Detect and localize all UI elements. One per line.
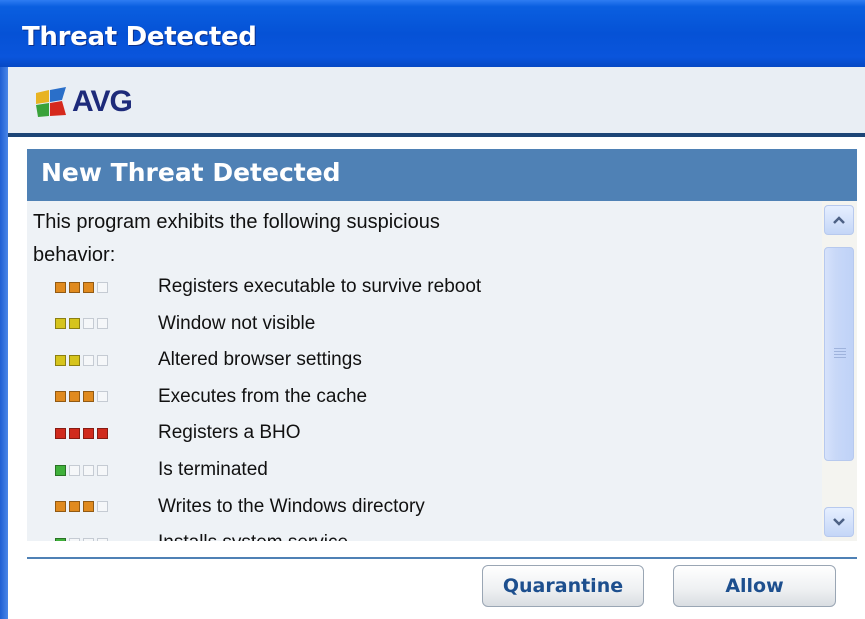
severity-square [97,354,108,366]
behavior-row: Altered browser settings [27,343,807,377]
severity-square [83,354,94,366]
severity-square [55,318,66,330]
severity-indicator [55,391,108,403]
intro-text: This program exhibits the following susp… [33,211,440,266]
severity-indicator [55,318,108,330]
scroll-up-button[interactable] [824,205,854,235]
brand-name: AVG [72,85,133,118]
behavior-row: Is terminated [27,453,807,487]
severity-square [97,537,108,541]
severity-square [97,464,108,476]
severity-square [69,427,80,439]
behavior-label: Installs system service [158,532,348,541]
behavior-label: Is terminated [158,459,268,480]
avg-logo-icon [36,87,66,117]
window-frame-left [0,67,8,619]
behavior-label: Window not visible [158,312,316,334]
severity-indicator [55,537,108,541]
behavior-list[interactable]: This program exhibits the following susp… [27,201,857,541]
title-bar[interactable]: Threat Detected [0,0,865,67]
behavior-row: Registers a BHO [27,416,807,450]
behavior-label: Registers executable to survive reboot [158,276,482,297]
severity-square [83,391,94,403]
section-header: New Threat Detected [27,149,857,201]
scroll-thumb[interactable] [824,247,854,461]
chevron-down-icon [833,518,845,526]
grip-icon [834,348,846,360]
severity-square [97,281,108,293]
behavior-label: Altered browser settings [158,349,362,371]
avg-logo: AVG [34,84,133,120]
section-title: New Threat Detected [41,158,341,187]
vertical-scrollbar[interactable] [822,201,857,541]
severity-square [83,537,94,541]
allow-button[interactable]: Allow [673,565,836,607]
severity-square [55,281,66,293]
severity-square [83,501,94,513]
severity-square [69,537,80,541]
severity-square [55,464,66,476]
brand-header [8,67,865,133]
behavior-label: Writes to the Windows directory [158,495,425,517]
window-title: Threat Detected [22,22,257,52]
severity-square [83,281,94,293]
severity-indicator [55,427,108,439]
behavior-row: Registers executable to survive reboot [27,270,807,304]
quarantine-button[interactable]: Quarantine [482,565,644,607]
severity-square [69,464,80,476]
behavior-row: Writes to the Windows directory [27,490,807,524]
footer-divider [27,557,857,559]
severity-indicator [55,464,108,476]
behavior-row: Installs system service [27,526,807,541]
behavior-row: Window not visible [27,307,807,341]
severity-square [69,318,80,330]
severity-indicator [55,501,108,513]
severity-square [69,281,80,293]
severity-square [83,318,94,330]
severity-square [69,501,80,513]
severity-square [55,427,66,439]
severity-square [97,318,108,330]
behavior-row: Executes from the cache [27,380,807,414]
severity-indicator [55,354,108,366]
severity-square [83,464,94,476]
severity-indicator [55,281,108,293]
severity-square [97,501,108,513]
severity-square [97,391,108,403]
severity-square [69,391,80,403]
severity-square [83,427,94,439]
severity-square [55,391,66,403]
severity-square [55,354,66,366]
chevron-up-icon [833,216,845,224]
behavior-label: Registers a BHO [158,422,301,444]
behavior-label: Executes from the cache [158,385,368,407]
scroll-down-button[interactable] [824,507,854,537]
severity-square [55,537,66,541]
severity-square [69,354,80,366]
severity-square [97,427,108,439]
severity-square [55,501,66,513]
